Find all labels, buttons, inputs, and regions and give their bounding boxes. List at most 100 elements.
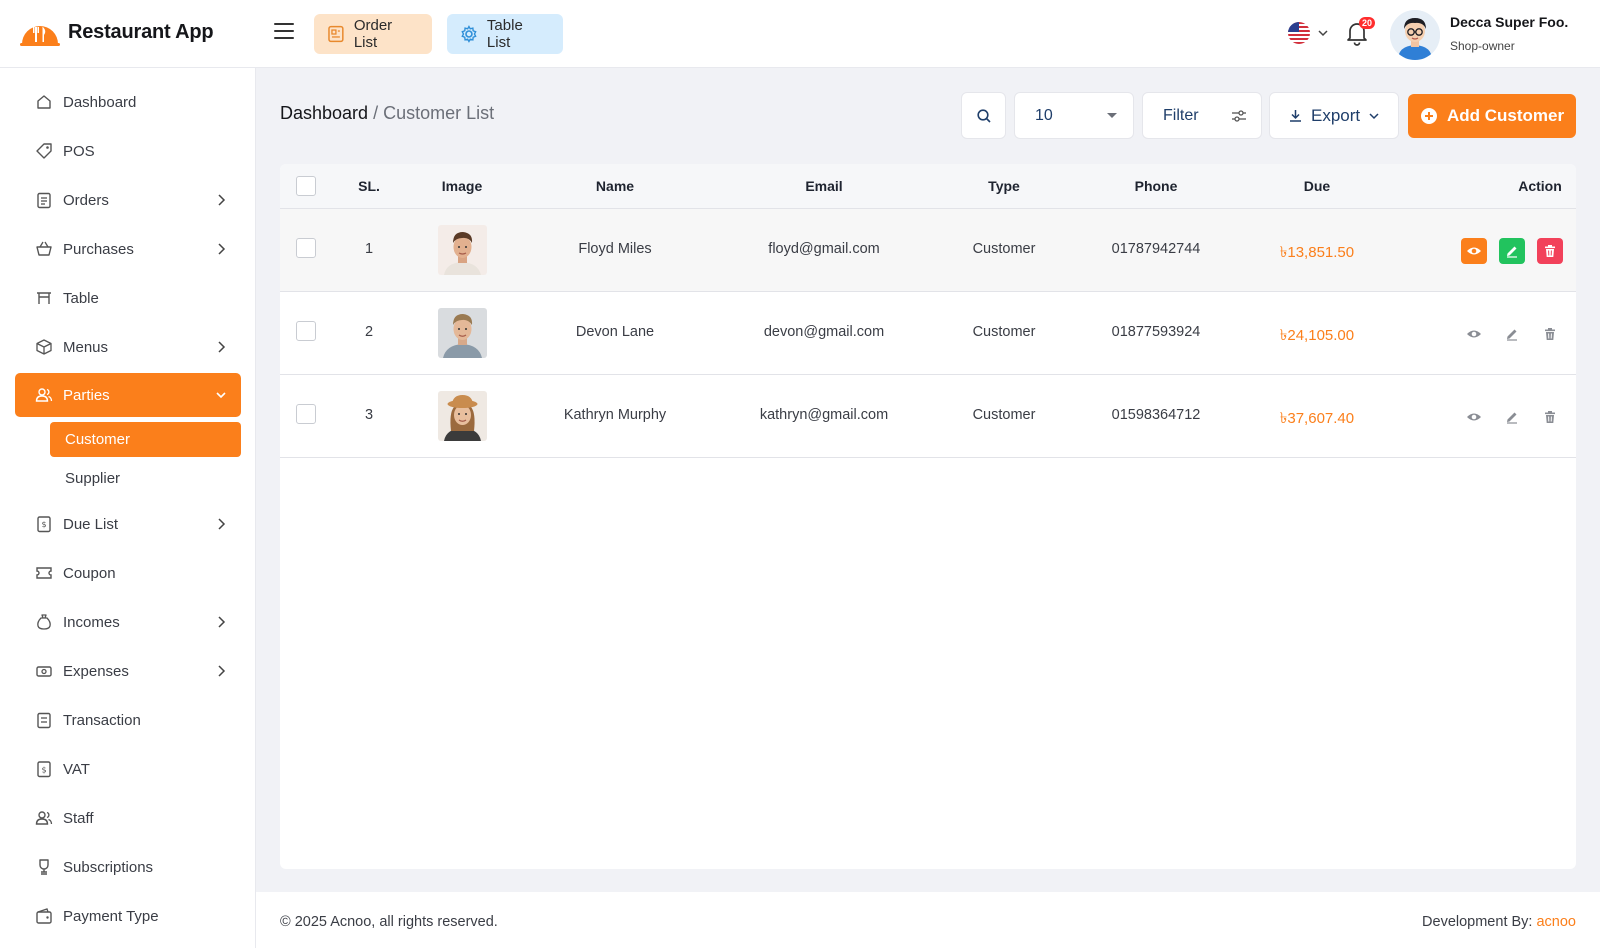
copyright-text: © 2025 Acnoo, all rights reserved. [280, 914, 498, 930]
download-icon [1290, 110, 1301, 122]
chevron-right-icon [218, 518, 226, 530]
sidebar-item-payment-type[interactable]: Payment Type [15, 894, 241, 938]
language-selector[interactable] [1287, 21, 1329, 45]
search-button[interactable] [961, 92, 1006, 139]
edit-button[interactable] [1499, 238, 1525, 264]
sidebar-subitem-customer[interactable]: Customer [50, 422, 241, 457]
column-header-type[interactable]: Type [988, 178, 1020, 194]
sidebar-item-vat[interactable]: $ VAT [15, 747, 241, 791]
sidebar-item-label: Dashboard [63, 93, 137, 111]
footer: © 2025 Acnoo, all rights reserved. Devel… [256, 892, 1600, 948]
select-all-checkbox[interactable] [296, 176, 316, 196]
sidebar-item-coupon[interactable]: Coupon [15, 551, 241, 595]
chevron-right-icon [218, 243, 226, 255]
table-list-button[interactable]: Table List [447, 14, 563, 54]
sidebar-subitem-label: Customer [65, 431, 131, 448]
edit-button[interactable] [1499, 321, 1525, 347]
sidebar-item-label: Expenses [63, 662, 129, 680]
dollar-doc-icon: $ [35, 760, 53, 778]
delete-button[interactable] [1537, 238, 1563, 264]
avatar-image [1390, 10, 1440, 60]
view-button[interactable] [1461, 404, 1487, 430]
svg-text:$: $ [41, 520, 46, 529]
order-list-button[interactable]: Order List [314, 14, 432, 54]
cell-type: Customer [972, 407, 1036, 423]
table-header: SL. Image Name Email Type Phone Due Acti… [280, 164, 1576, 209]
table-row[interactable]: 1 Floyd Miles floyd@gmail.com Customer 0… [280, 209, 1576, 292]
sidebar-item-table[interactable]: Table [15, 276, 241, 320]
wallet-icon [35, 907, 53, 925]
column-header-name[interactable]: Name [596, 178, 634, 194]
sidebar-item-orders[interactable]: Orders [15, 178, 241, 222]
column-header-sl[interactable]: SL. [358, 178, 380, 194]
cell-phone: 01598364712 [1111, 407, 1201, 423]
menu-toggle-icon[interactable] [274, 23, 294, 41]
sidebar-item-label: POS [63, 142, 95, 160]
table-row[interactable]: 3 Kathryn Murphy kathryn@gmail.com Custo… [280, 375, 1576, 458]
trash-icon [1545, 411, 1555, 423]
column-header-email[interactable]: Email [805, 178, 842, 194]
cell-name: Kathryn Murphy [563, 407, 667, 423]
column-header-phone[interactable]: Phone [1135, 178, 1178, 194]
pencil-icon [1507, 329, 1517, 341]
customer-avatar [438, 308, 487, 358]
column-header-action[interactable]: Action [1518, 178, 1562, 194]
sidebar-item-label: Purchases [63, 240, 134, 258]
sidebar-item-label: Incomes [63, 613, 120, 631]
cell-phone: 01787942744 [1111, 241, 1201, 257]
delete-button[interactable] [1537, 404, 1563, 430]
chevron-down-icon [216, 392, 226, 399]
app-name: Restaurant App [68, 20, 214, 43]
plus-circle-icon [1420, 108, 1437, 124]
sidebar-item-parties[interactable]: Parties [15, 373, 241, 417]
view-button[interactable] [1461, 238, 1487, 264]
sidebar-item-transaction[interactable]: Transaction [15, 698, 241, 742]
user-avatar[interactable] [1390, 10, 1440, 60]
sidebar-item-incomes[interactable]: Incomes [15, 600, 241, 644]
chevron-down-icon [1369, 112, 1379, 119]
cell-sl: 1 [364, 241, 374, 257]
sidebar-item-pos[interactable]: POS [15, 129, 241, 173]
breadcrumb: Dashboard / Customer List [280, 103, 494, 124]
sidebar-item-due-list[interactable]: $ Due List [15, 502, 241, 546]
sidebar: Dashboard POS Orders Purchases Table Men… [0, 68, 256, 948]
sidebar-item-menus[interactable]: Menus [15, 325, 241, 369]
row-checkbox[interactable] [296, 238, 316, 258]
home-icon [35, 93, 53, 111]
sidebar-item-purchases[interactable]: Purchases [15, 227, 241, 271]
column-header-image[interactable]: Image [442, 178, 482, 194]
table-row[interactable]: 2 Devon Lane devon@gmail.com Customer 01… [280, 292, 1576, 375]
gear-icon [461, 25, 477, 43]
delete-button[interactable] [1537, 321, 1563, 347]
developer-credit: Development By: acnoo [1422, 914, 1576, 930]
users-icon [35, 809, 53, 827]
sidebar-item-expenses[interactable]: Expenses [15, 649, 241, 693]
sidebar-item-staff[interactable]: Staff [15, 796, 241, 840]
app-logo[interactable]: Restaurant App [20, 18, 214, 46]
chevron-right-icon [218, 665, 226, 677]
row-checkbox[interactable] [296, 321, 316, 341]
customer-avatar [438, 225, 487, 275]
filter-button[interactable]: Filter [1142, 92, 1262, 139]
notification-button[interactable]: 20 [1345, 17, 1376, 49]
row-checkbox[interactable] [296, 404, 316, 424]
developer-link[interactable]: acnoo [1536, 914, 1576, 930]
chevron-down-icon [1318, 30, 1328, 37]
breadcrumb-separator: / [373, 103, 379, 123]
cell-type: Customer [972, 241, 1036, 257]
sidebar-item-dashboard[interactable]: Dashboard [15, 80, 241, 124]
export-label: Export [1311, 105, 1361, 125]
export-button[interactable]: Export [1269, 92, 1399, 139]
edit-button[interactable] [1499, 404, 1525, 430]
add-customer-button[interactable]: Add Customer [1408, 94, 1576, 138]
sidebar-item-label: Payment Type [63, 907, 159, 925]
view-button[interactable] [1461, 321, 1487, 347]
sidebar-subitem-supplier[interactable]: Supplier [50, 461, 241, 496]
notification-badge: 20 [1359, 17, 1376, 29]
sidebar-item-subscriptions[interactable]: Subscriptions [15, 845, 241, 889]
page-size-select[interactable]: 10 [1014, 92, 1134, 139]
breadcrumb-root[interactable]: Dashboard [280, 103, 368, 123]
column-header-due[interactable]: Due [1304, 178, 1330, 194]
cell-email: floyd@gmail.com [768, 241, 880, 257]
clipboard-icon [35, 191, 53, 209]
